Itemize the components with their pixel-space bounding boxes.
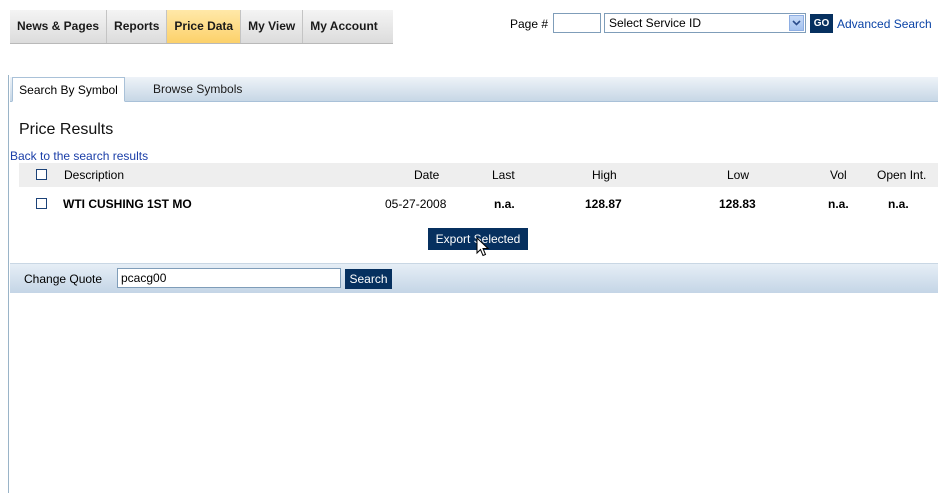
column-header-vol: Vol xyxy=(830,168,847,182)
nav-tab-price-data[interactable]: Price Data xyxy=(167,10,242,43)
advanced-search-link[interactable]: Advanced Search xyxy=(837,17,932,31)
row-open-int: n.a. xyxy=(888,197,909,211)
search-button[interactable]: Search xyxy=(345,269,392,289)
nav-tab-news-pages[interactable]: News & Pages xyxy=(10,10,108,43)
tab-browse-symbols[interactable]: Browse Symbols xyxy=(153,77,242,101)
mouse-pointer-icon xyxy=(476,237,490,257)
row-vol: n.a. xyxy=(828,197,849,211)
select-all-checkbox[interactable] xyxy=(36,169,47,180)
page-title: Price Results xyxy=(19,121,114,138)
column-header-date: Date xyxy=(414,168,440,182)
page-number-input[interactable] xyxy=(553,13,601,33)
go-button[interactable]: GO xyxy=(810,14,833,33)
chevron-down-icon[interactable] xyxy=(789,15,804,31)
column-header-high: High xyxy=(592,168,617,182)
change-quote-bar: Change Quote Search xyxy=(10,263,938,293)
column-header-description: Description xyxy=(64,168,125,182)
main-nav: News & Pages Reports Price Data My View … xyxy=(10,10,393,44)
row-low: 128.83 xyxy=(719,197,756,211)
column-header-low: Low xyxy=(727,168,750,182)
row-description: WTI CUSHING 1ST MO xyxy=(63,197,192,211)
table-row: WTI CUSHING 1ST MO 05-27-2008 n.a. 128.8… xyxy=(19,193,938,217)
service-id-select[interactable]: Select Service ID xyxy=(604,13,806,33)
page-number-label: Page # xyxy=(510,17,549,31)
tab-search-by-symbol[interactable]: Search By Symbol xyxy=(12,77,125,102)
change-quote-input[interactable] xyxy=(117,268,341,288)
nav-tab-reports[interactable]: Reports xyxy=(107,10,168,43)
nav-tab-my-view[interactable]: My View xyxy=(241,10,304,43)
column-header-last: Last xyxy=(492,168,515,182)
service-id-select-value: Select Service ID xyxy=(609,16,702,30)
change-quote-label: Change Quote xyxy=(24,272,103,286)
back-to-results-link[interactable]: Back to the search results xyxy=(10,149,148,163)
row-high: 128.87 xyxy=(585,197,622,211)
search-subtabs: Search By Symbol Browse Symbols xyxy=(10,77,938,102)
row-last: n.a. xyxy=(494,197,515,211)
results-table-header: Description Date Last High Low Vol Open … xyxy=(19,163,938,187)
content-left-border xyxy=(8,75,9,493)
row-date: 05-27-2008 xyxy=(385,197,447,211)
column-header-open-int: Open Int. xyxy=(877,168,927,182)
nav-tab-my-account[interactable]: My Account xyxy=(303,10,385,43)
row-checkbox[interactable] xyxy=(36,198,47,209)
